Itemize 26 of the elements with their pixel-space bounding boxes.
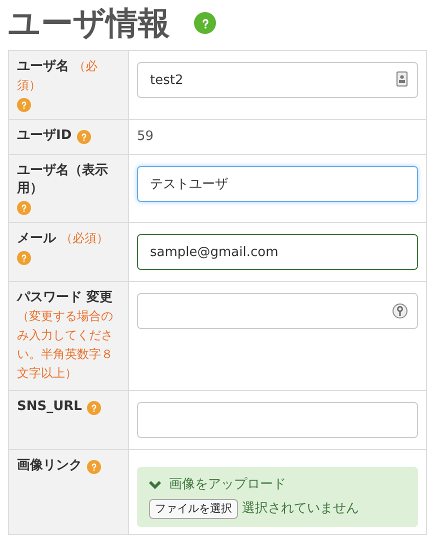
help-icon[interactable] <box>87 460 101 474</box>
help-icon[interactable] <box>17 251 31 266</box>
contact-card-icon <box>396 71 408 88</box>
help-icon[interactable] <box>17 98 31 112</box>
field-label: 画像リンク <box>17 457 82 476</box>
field-label: ユーザ名 （必須） <box>17 58 99 94</box>
field-label: メール （必須） <box>17 230 109 248</box>
field-value: 59 <box>137 128 155 146</box>
upload-heading: 画像をアップロード <box>169 476 286 494</box>
field-label: ユーザ名（表示用） <box>17 162 109 198</box>
input-field[interactable]: test2 <box>137 62 418 98</box>
help-icon[interactable] <box>76 130 91 144</box>
file-status: 選択されていません <box>242 500 359 518</box>
key-icon <box>392 302 408 320</box>
help-icon[interactable] <box>194 12 216 34</box>
help-icon[interactable] <box>86 400 101 415</box>
field-label: ユーザID <box>17 127 72 146</box>
field-label: SNS_URL <box>17 398 82 416</box>
choose-file-button[interactable]: ファイルを選択 <box>149 498 238 520</box>
input-field[interactable] <box>137 293 418 330</box>
input-field[interactable]: sample@gmail.com <box>137 234 418 270</box>
help-icon[interactable] <box>17 201 31 216</box>
input-field[interactable]: テストユーザ <box>137 166 418 202</box>
field-label: パスワード 変更 （変更する場合のみ入力してください。半角英数字８文字以上） <box>17 289 114 382</box>
page-title: ユーザ情報 <box>8 4 170 42</box>
input-field[interactable] <box>137 402 418 438</box>
